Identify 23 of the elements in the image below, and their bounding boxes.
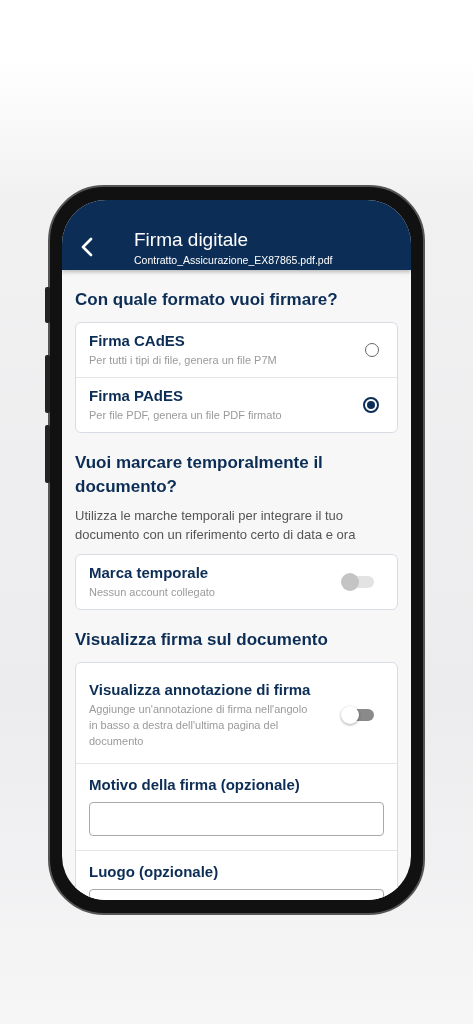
screen-title: Firma digitale [134,228,250,251]
format-option[interactable]: Firma CAdES Per tutti i tipi di file, genera un file P7M [76,323,397,377]
option-description: Per file PDF, genera un file PDF firmato [89,408,282,423]
option-title: Firma PAdES [89,387,184,404]
section-heading: Vuoi marcare temporalmente il documento? [75,452,324,498]
file-name: Contratto_Assicurazione_EX87865.pdf.pdf [134,253,333,266]
input-field[interactable] [89,802,384,836]
toggle-switch[interactable] [344,709,374,721]
field-label: Luogo (opzionale) [89,863,220,880]
format-option[interactable]: Firma PAdES Per file PDF, genera un file PDF firmato [76,377,397,432]
section-description: Utilizza le marche temporali per integrare il tuo documento con un riferimento certo di data e ora [75,507,357,544]
toggle-title: Marca temporale [89,564,210,581]
toggle-description: Nessun account collegato [89,585,215,600]
radio-button[interactable] [363,397,379,413]
section-heading: Visualizza firma sul documento [75,629,329,651]
section-heading: Con quale formato vuoi firmare? [75,289,339,311]
toggle-description: Aggiunge un'annotazione di firma nell'angolo in basso a destra dell'ultima pagina del documento [89,702,309,749]
option-description: Per tutti i tipi di file, genera un file P7M [89,353,277,368]
field-label: Motivo della firma (opzionale) [89,776,301,793]
back-button[interactable] [80,237,94,257]
back-icon [80,237,94,257]
toggle-title: Visualizza annotazione di firma [89,681,312,698]
option-title: Firma CAdES [89,332,186,349]
